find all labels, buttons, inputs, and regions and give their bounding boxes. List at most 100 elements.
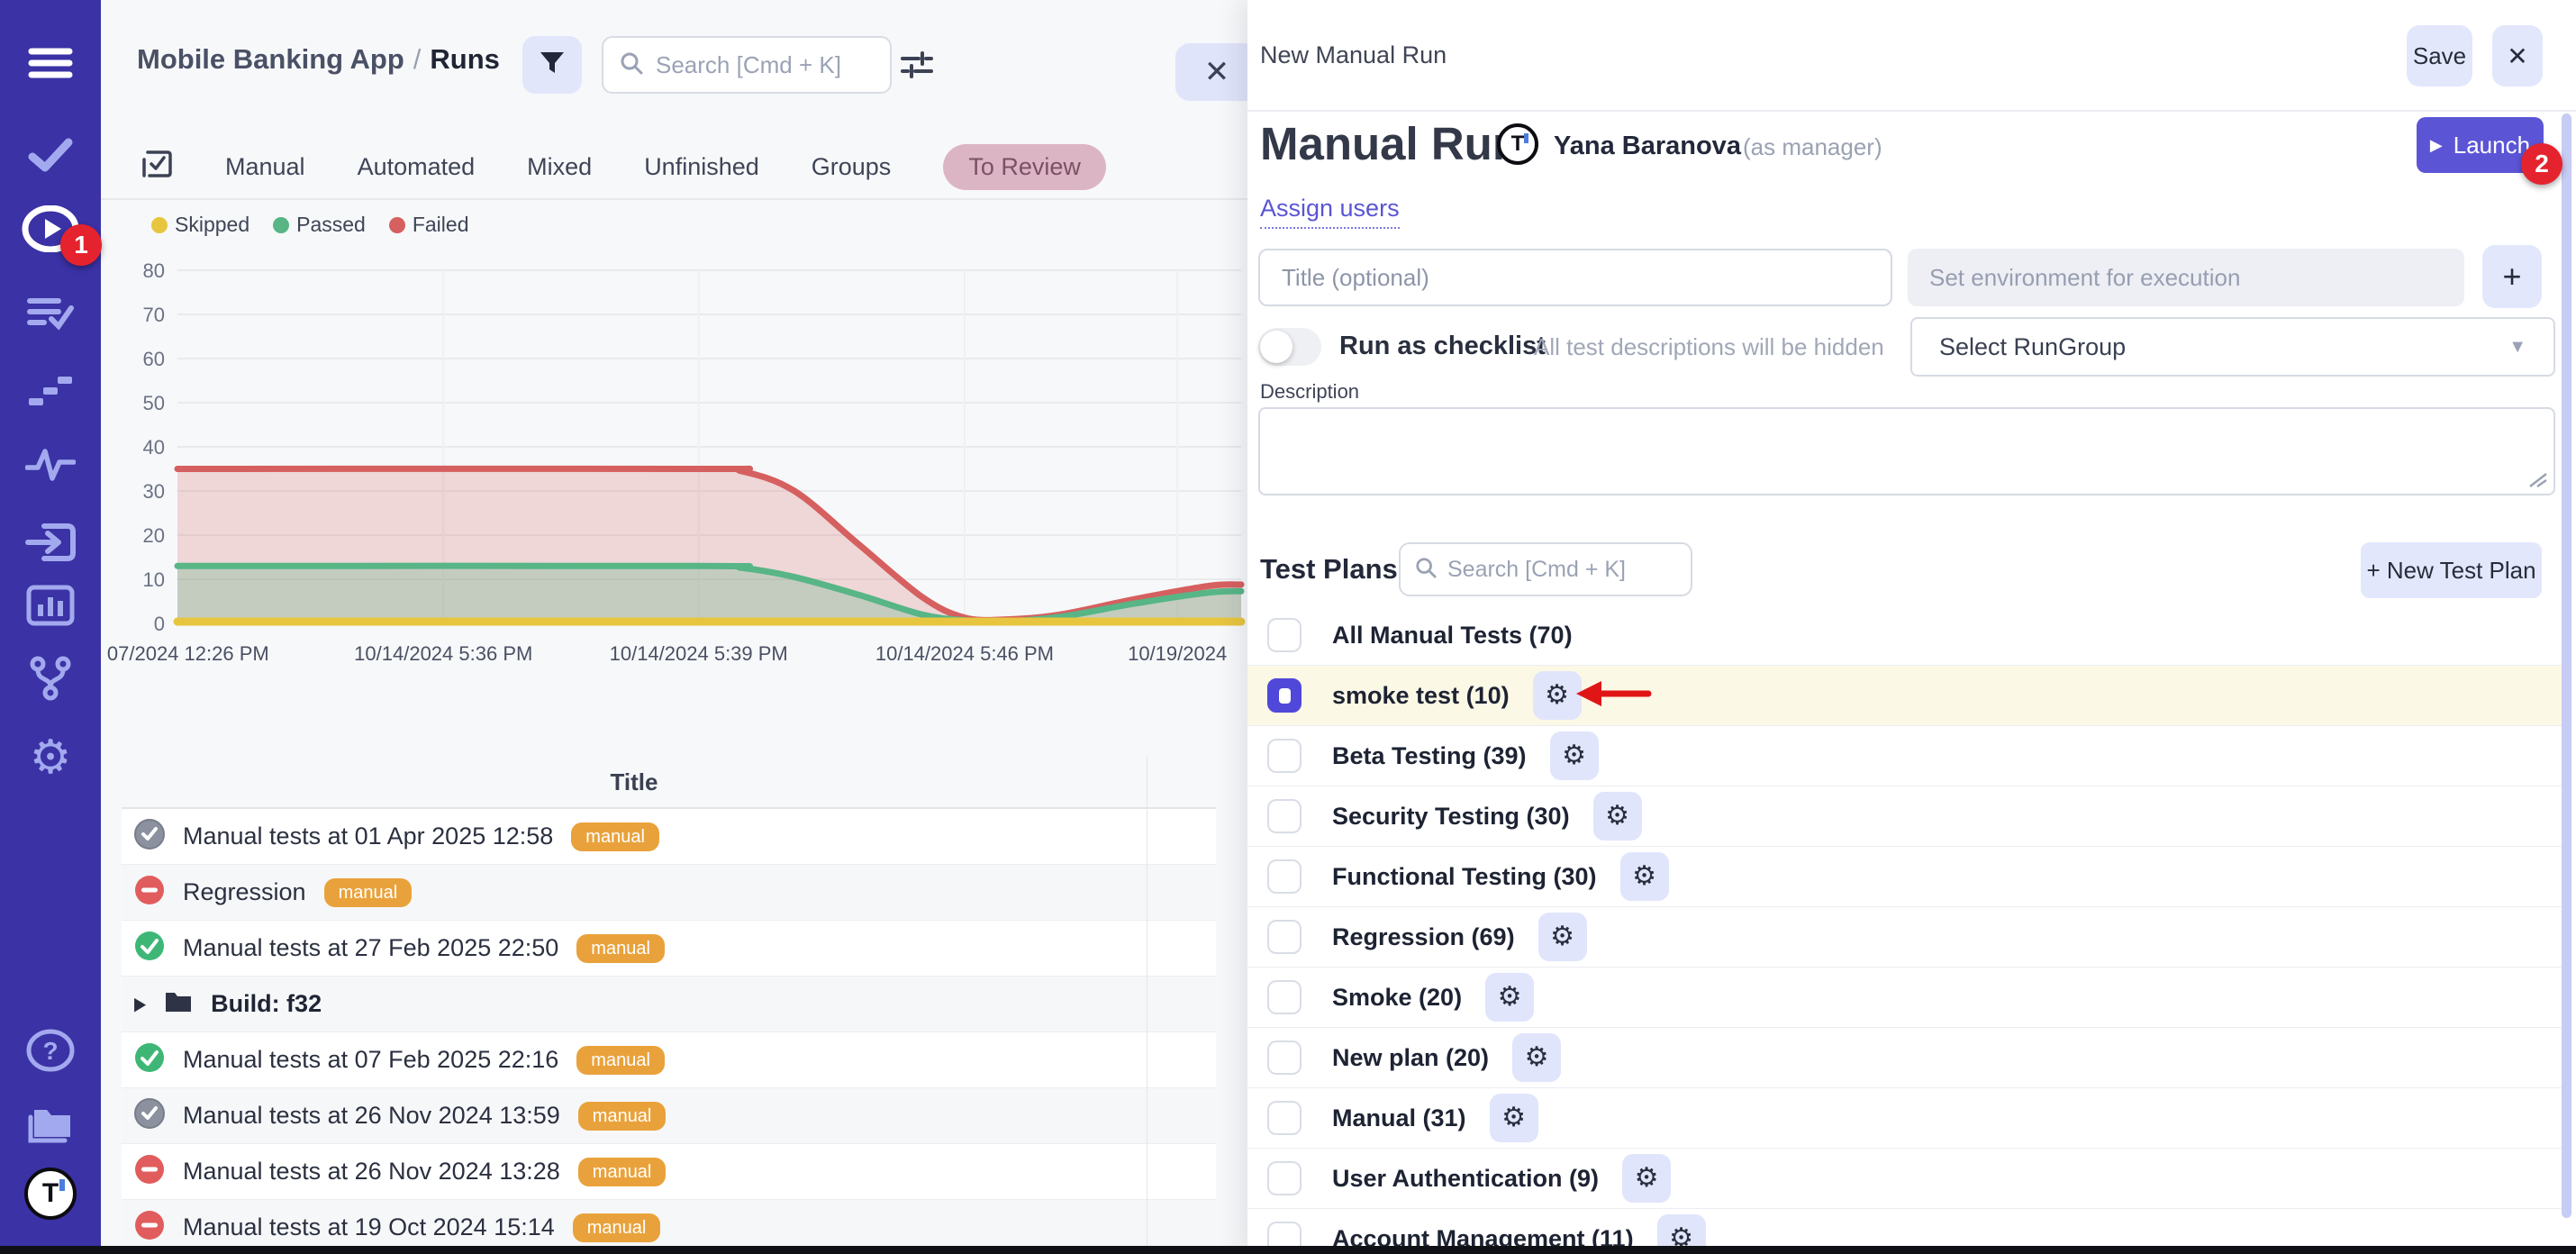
branch-icon[interactable]	[0, 650, 101, 706]
tab-mixed[interactable]: Mixed	[527, 153, 592, 181]
save-button[interactable]: Save	[2407, 25, 2472, 86]
test-plan-row[interactable]: Regression (69) ⚙	[1247, 907, 2562, 968]
tab-unfinished[interactable]: Unfinished	[644, 153, 759, 181]
plan-checkbox[interactable]	[1267, 980, 1302, 1014]
breadcrumb-project[interactable]: Mobile Banking App	[137, 43, 404, 75]
plan-label: Smoke (20)	[1332, 984, 1462, 1012]
help-icon[interactable]: ?	[0, 1022, 101, 1078]
runs-panel: Mobile Banking App/Runs ✕ Manual Automat…	[101, 0, 1247, 1254]
caret-right-icon[interactable]: ▶	[134, 994, 146, 1015]
test-plans-list-icon[interactable]	[0, 286, 101, 341]
svg-text:10/14/2024 5:46 PM: 10/14/2024 5:46 PM	[875, 642, 1054, 665]
plan-checkbox[interactable]	[1267, 739, 1302, 773]
table-row[interactable]: Manual tests at 27 Feb 2025 22:50 manual	[122, 921, 1216, 977]
plan-checkbox[interactable]	[1267, 799, 1302, 833]
table-row[interactable]: Manual tests at 01 Apr 2025 12:58 manual	[122, 809, 1216, 865]
runs-search	[602, 36, 892, 94]
rungroup-select[interactable]: Select RunGroup ▼	[1910, 317, 2555, 377]
test-plan-row[interactable]: Manual (31) ⚙	[1247, 1088, 2562, 1149]
select-all-icon[interactable]	[141, 149, 173, 186]
test-plan-row[interactable]: All Manual Tests (70)	[1247, 605, 2562, 666]
test-plans-search	[1399, 542, 1692, 596]
tab-groups[interactable]: Groups	[812, 153, 892, 181]
legend-item-passed[interactable]: Passed	[273, 213, 366, 237]
table-row[interactable]: Manual tests at 07 Feb 2025 22:16 manual	[122, 1032, 1216, 1088]
svg-text:60: 60	[143, 348, 165, 370]
svg-text:30: 30	[143, 480, 165, 503]
test-plan-row[interactable]: Functional Testing (30) ⚙	[1247, 847, 2562, 907]
plan-checkbox[interactable]	[1267, 920, 1302, 954]
filter-button[interactable]	[522, 36, 582, 94]
plan-settings-gear-button[interactable]: ⚙	[1538, 913, 1587, 961]
table-row[interactable]: Manual tests at 26 Nov 2024 13:28 manual	[122, 1144, 1216, 1200]
svg-text:10: 10	[143, 568, 165, 591]
search-icon	[620, 51, 643, 79]
plan-settings-gear-button[interactable]: ⚙	[1593, 792, 1642, 841]
plan-settings-gear-button[interactable]: ⚙	[1490, 1094, 1538, 1142]
table-header: Title	[122, 756, 1216, 809]
plan-checkbox[interactable]	[1267, 859, 1302, 894]
svg-text:80: 80	[143, 259, 165, 282]
milestones-steps-icon[interactable]	[0, 361, 101, 417]
plan-settings-gear-button[interactable]: ⚙	[1622, 1154, 1671, 1203]
gear-icon: ⚙	[1550, 923, 1574, 950]
description-textarea[interactable]	[1258, 407, 2555, 495]
run-title: Manual tests at 01 Apr 2025 12:58	[183, 822, 553, 850]
import-icon[interactable]	[0, 514, 101, 570]
checklist-label: Run as checklist	[1339, 332, 1546, 361]
assign-users-link[interactable]: Assign users	[1260, 195, 1400, 229]
test-plans-search-input[interactable]	[1447, 557, 1676, 583]
environment-input[interactable]	[1908, 249, 2464, 306]
tests-check-icon[interactable]	[0, 127, 101, 183]
plan-checkbox[interactable]	[1267, 1161, 1302, 1195]
projects-folder-icon[interactable]	[0, 1095, 101, 1151]
panel-close-button[interactable]: ✕	[2492, 25, 2543, 86]
plan-settings-gear-button[interactable]: ⚙	[1485, 973, 1534, 1022]
settings-gear-icon[interactable]: ⚙	[0, 730, 101, 786]
new-test-plan-button[interactable]: + New Test Plan	[2361, 542, 2542, 598]
test-plan-row[interactable]: Smoke (20) ⚙	[1247, 968, 2562, 1028]
checklist-hint: All test descriptions will be hidden	[1534, 333, 1884, 361]
plan-label: User Authentication (9)	[1332, 1165, 1599, 1193]
plan-checkbox[interactable]	[1267, 1040, 1302, 1075]
table-row[interactable]: Regression manual	[122, 865, 1216, 921]
analytics-chart-icon[interactable]	[0, 577, 101, 633]
runs-panel-close-button[interactable]: ✕	[1175, 43, 1247, 101]
test-plan-row[interactable]: Security Testing (30) ⚙	[1247, 786, 2562, 847]
test-plan-row[interactable]: New plan (20) ⚙	[1247, 1028, 2562, 1088]
run-title-input[interactable]	[1258, 249, 1892, 306]
plan-checkbox[interactable]	[1267, 1101, 1302, 1135]
plan-settings-gear-button[interactable]: ⚙	[1550, 732, 1599, 780]
new-manual-run-panel: New Manual Run Save ✕ Manual Run T Yana …	[1247, 0, 2576, 1254]
plan-settings-gear-button[interactable]: ⚙	[1620, 852, 1669, 901]
runs-search-input[interactable]	[656, 51, 874, 79]
search-icon	[1415, 557, 1437, 583]
menu-icon[interactable]	[0, 35, 101, 91]
gear-icon: ⚙	[1525, 1044, 1549, 1071]
tab-automated[interactable]: Automated	[358, 153, 476, 181]
run-title: Manual tests at 26 Nov 2024 13:28	[183, 1158, 560, 1186]
tab-manual[interactable]: Manual	[225, 153, 305, 181]
status-icon	[134, 931, 165, 966]
table-row[interactable]: Manual tests at 26 Nov 2024 13:59 manual	[122, 1088, 1216, 1144]
plan-checkbox[interactable]	[1267, 618, 1302, 652]
filter-sliders-icon[interactable]	[899, 47, 935, 87]
legend-item-failed[interactable]: Failed	[389, 213, 469, 237]
plan-checkbox[interactable]	[1267, 678, 1302, 713]
test-plan-row[interactable]: Beta Testing (39) ⚙	[1247, 726, 2562, 786]
test-plan-row[interactable]: User Authentication (9) ⚙	[1247, 1149, 2562, 1209]
app-logo[interactable]: T	[0, 1166, 101, 1222]
tab-to-review[interactable]: To Review	[943, 144, 1106, 190]
scrollbar-thumb[interactable]	[2562, 114, 2571, 1218]
plan-label: Functional Testing (30)	[1332, 863, 1597, 891]
test-plan-row[interactable]: smoke test (10) ⚙	[1247, 666, 2562, 726]
run-title: Manual tests at 27 Feb 2025 22:50	[183, 934, 558, 962]
table-folder-row[interactable]: ▶ Build: f32	[122, 977, 1216, 1032]
add-environment-button[interactable]: +	[2482, 245, 2542, 308]
svg-text:20: 20	[143, 524, 165, 547]
legend-item-skipped[interactable]: Skipped	[151, 213, 249, 237]
pulse-activity-icon[interactable]	[0, 436, 101, 492]
plan-settings-gear-button[interactable]: ⚙	[1512, 1033, 1561, 1082]
gear-icon: ⚙	[1635, 1165, 1659, 1192]
run-as-checklist-toggle[interactable]	[1258, 328, 1321, 366]
